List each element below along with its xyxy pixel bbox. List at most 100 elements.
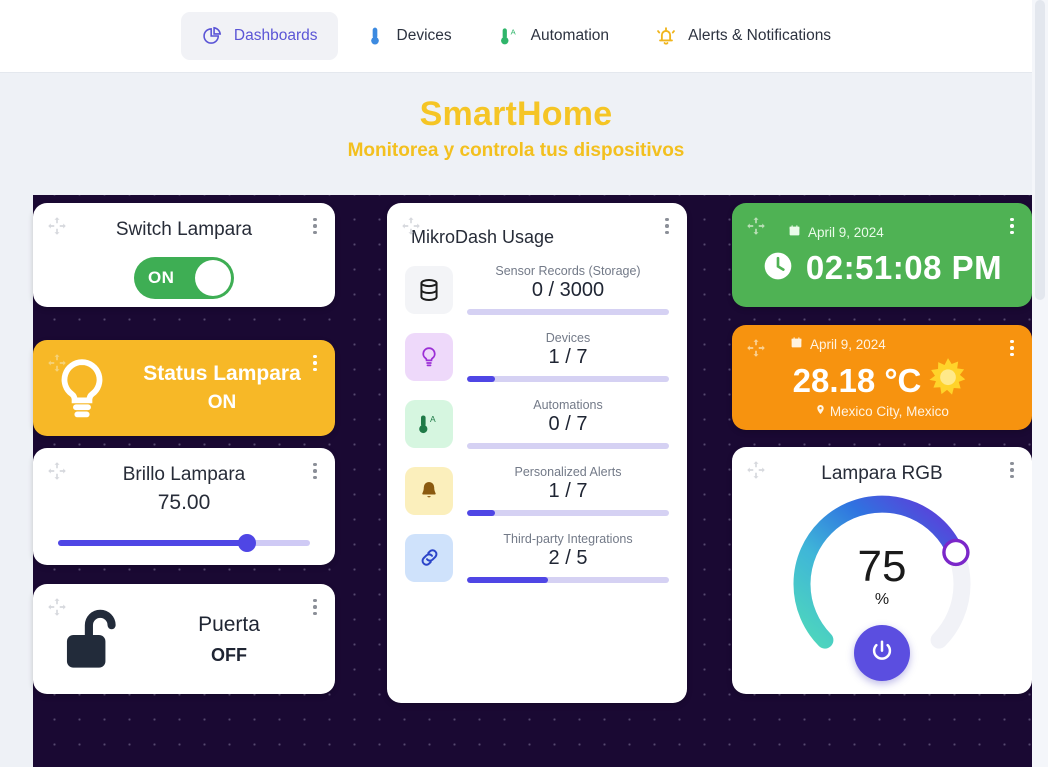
power-button[interactable] [854, 625, 910, 681]
rgb-value: 75 [857, 542, 907, 591]
tab-automation[interactable]: A Automation [478, 12, 629, 60]
drag-handle-icon[interactable] [47, 597, 67, 617]
drag-handle-icon[interactable] [746, 216, 766, 236]
usage-row-third-party-integrations: Third-party Integrations 2 / 5 [405, 532, 669, 583]
weather-location-row: Mexico City, Mexico [732, 403, 1032, 419]
power-icon [869, 638, 895, 669]
brightness-slider[interactable] [58, 534, 310, 552]
page-heading: SmartHome Monitorea y controla tus dispo… [0, 95, 1032, 162]
tab-dashboards[interactable]: Dashboards [180, 12, 338, 60]
widget-title: Switch Lampara [115, 219, 253, 240]
thermostat-auto-icon: A [498, 24, 520, 48]
bell-ring-icon [655, 24, 677, 48]
top-navigation: Dashboards Devices A Automation Alerts &… [0, 0, 1032, 73]
usage-label: Third-party Integrations [503, 532, 633, 546]
clock-date: April 9, 2024 [808, 224, 884, 240]
drag-handle-icon[interactable] [47, 216, 67, 236]
weather-temperature: 28.18 °C [792, 361, 922, 399]
page-subtitle: Monitorea y controla tus dispositivos [347, 140, 685, 161]
usage-value: 0 / 3000 [531, 279, 605, 301]
bell-icon [405, 466, 453, 515]
drag-handle-icon[interactable] [47, 353, 67, 373]
usage-value: 0 / 7 [548, 413, 588, 435]
drag-handle-icon[interactable] [47, 461, 67, 481]
widget-status-lampara[interactable]: Status Lampara ON [33, 340, 335, 436]
widget-menu-button[interactable] [658, 215, 676, 237]
vertical-scrollbar[interactable] [1032, 0, 1048, 767]
rgb-unit: % [874, 591, 890, 608]
scrollbar-thumb[interactable] [1035, 0, 1045, 300]
slider-thumb[interactable] [238, 534, 256, 552]
widget-switch-lampara[interactable]: Switch Lampara ON [33, 203, 335, 307]
puerta-text-block: Puerta OFF [137, 613, 335, 666]
usage-progress-bar [467, 376, 669, 382]
thermostat-auto-icon: A [405, 399, 453, 448]
usage-label: Automations [533, 398, 603, 412]
thermometer-icon [364, 24, 386, 48]
clock-time: 02:51:08 PM [805, 249, 1003, 286]
calendar-icon [788, 224, 801, 240]
drag-handle-icon[interactable] [746, 460, 766, 480]
map-pin-icon [815, 404, 830, 419]
database-icon [405, 265, 453, 314]
widget-weather[interactable]: April 9, 2024 28.18 °C Mexico City, Mexi… [732, 325, 1032, 430]
usage-row-devices: Devices 1 / 7 [405, 331, 669, 382]
widget-puerta[interactable]: Puerta OFF [33, 584, 335, 694]
switch-toggle[interactable]: ON [134, 257, 234, 299]
widget-brillo-lampara[interactable]: Brillo Lampara 75.00 [33, 448, 335, 565]
widget-mikrodash-usage[interactable]: MikroDash Usage Sensor Records (Storage)… [387, 203, 687, 703]
weather-date-row: April 9, 2024 [790, 336, 886, 352]
pie-chart-icon [201, 24, 223, 48]
widget-menu-button[interactable] [306, 352, 324, 374]
weather-date: April 9, 2024 [810, 336, 886, 352]
puerta-state-label: OFF [211, 644, 247, 665]
status-state-label: ON [207, 392, 237, 413]
svg-text:A: A [510, 27, 516, 36]
usage-row-automations: A Automations 0 / 7 [405, 398, 669, 449]
switch-state-label: ON [148, 268, 175, 287]
unlocked-padlock-icon [63, 604, 137, 674]
usage-progress-bar [467, 510, 669, 516]
widget-menu-button[interactable] [306, 215, 324, 237]
weather-location: Mexico City, Mexico [829, 404, 949, 419]
lightbulb-icon [405, 332, 453, 381]
usage-label: Devices [545, 331, 591, 345]
page-title: SmartHome [419, 95, 613, 133]
usage-row-personalized-alerts: Personalized Alerts 1 / 7 [405, 465, 669, 516]
tab-automation-label: Automation [530, 27, 610, 44]
tab-devices[interactable]: Devices [344, 12, 472, 60]
link-icon [405, 533, 453, 582]
status-text-block: Status Lampara ON [115, 362, 335, 414]
brightness-value: 75.00 [157, 491, 211, 514]
clock-time-row: 02:51:08 PM [732, 249, 1032, 287]
drag-handle-icon[interactable] [401, 216, 421, 236]
widget-lampara-rgb[interactable]: Lampara RGB 75 % [732, 447, 1032, 694]
tab-alerts-notifications-label: Alerts & Notifications [688, 27, 832, 44]
sun-icon [925, 355, 971, 406]
usage-row-sensor-records: Sensor Records (Storage) 0 / 3000 [405, 264, 669, 315]
widget-clock[interactable]: April 9, 2024 02:51:08 PM [732, 203, 1032, 307]
usage-value: 1 / 7 [548, 346, 588, 368]
widget-title: Puerta [198, 612, 260, 636]
widget-title: Lampara RGB [821, 463, 943, 484]
tab-dashboards-label: Dashboards [233, 27, 318, 44]
toggle-knob [195, 260, 231, 296]
usage-label: Personalized Alerts [514, 465, 622, 479]
usage-progress-bar [467, 443, 669, 449]
usage-value: 2 / 5 [548, 547, 588, 569]
tab-devices-label: Devices [396, 27, 452, 44]
widget-menu-button[interactable] [306, 596, 324, 618]
calendar-icon [790, 336, 803, 352]
usage-value: 1 / 7 [548, 480, 588, 502]
slider-fill [58, 540, 247, 546]
clock-icon [762, 250, 794, 287]
dashboard-canvas: Switch Lampara ON Status Lampara ON Bril… [33, 195, 1032, 767]
widget-title: MikroDash Usage [411, 227, 555, 247]
usage-label: Sensor Records (Storage) [495, 264, 641, 278]
widget-menu-button[interactable] [306, 460, 324, 482]
widget-menu-button[interactable] [1003, 459, 1021, 481]
widget-menu-button[interactable] [1003, 215, 1021, 237]
usage-progress-bar [467, 577, 669, 583]
tab-alerts-notifications[interactable]: Alerts & Notifications [635, 12, 851, 60]
clock-date-row: April 9, 2024 [788, 224, 884, 240]
